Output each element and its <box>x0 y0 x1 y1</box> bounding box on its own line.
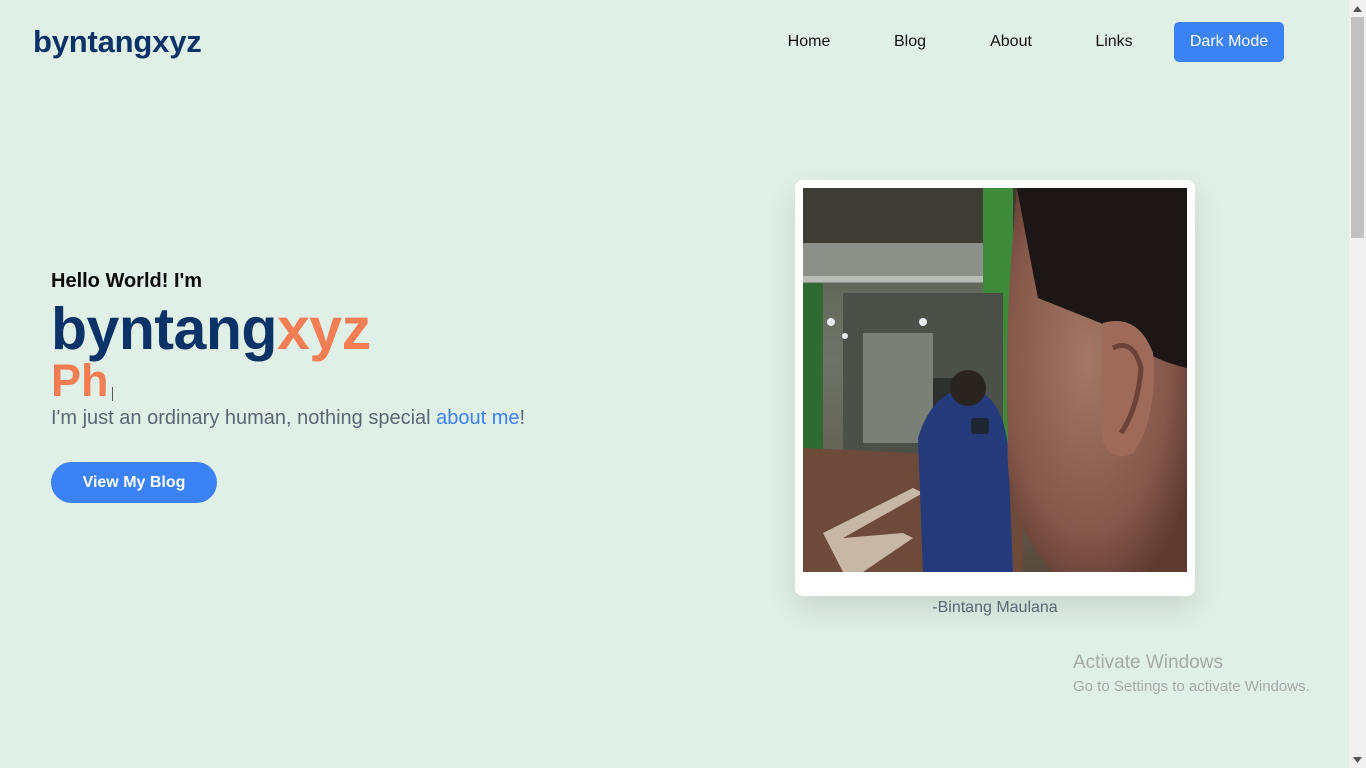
profile-photo <box>803 188 1187 572</box>
greeting-text: Hello World! I'm <box>51 270 203 292</box>
photo-caption: -Bintang Maulana <box>932 599 1058 616</box>
scroll-down-icon[interactable] <box>1349 751 1366 768</box>
hero-name-primary: byntang <box>51 296 277 362</box>
site-logo[interactable]: byntangxyz <box>33 24 202 60</box>
tagline-text: I'm just an ordinary human, nothing spec… <box>51 407 437 429</box>
tagline-suffix: ! <box>519 407 526 429</box>
view-blog-button[interactable]: View My Blog <box>51 462 217 503</box>
profile-photo-card <box>795 180 1195 596</box>
hero-name: byntangxyz <box>51 299 525 359</box>
main-nav: Home Blog About Links Dark Mode <box>760 22 1284 62</box>
hero-section: Hello World! I'm byntangxyz Ph I'm just … <box>51 270 525 503</box>
scroll-thumb[interactable] <box>1351 17 1364 238</box>
profile-photo-illustration <box>803 188 1187 572</box>
typed-text: Ph <box>51 355 109 406</box>
nav-home-link[interactable]: Home <box>760 33 858 51</box>
scroll-up-icon[interactable] <box>1349 0 1366 17</box>
typing-row: Ph <box>51 355 525 405</box>
dark-mode-button[interactable]: Dark Mode <box>1174 22 1284 62</box>
page-scrollbar[interactable] <box>1349 0 1366 768</box>
about-me-link[interactable]: about me <box>436 407 519 429</box>
typing-caret <box>111 387 113 401</box>
activate-windows-subtitle: Go to Settings to activate Windows. <box>1073 678 1310 695</box>
nav-about-link[interactable]: About <box>962 33 1060 51</box>
hero-name-accent: xyz <box>276 296 371 362</box>
nav-blog-link[interactable]: Blog <box>858 33 962 51</box>
hero-tagline: I'm just an ordinary human, nothing spec… <box>51 407 525 430</box>
nav-links-link[interactable]: Links <box>1060 33 1168 51</box>
activate-windows-watermark: Activate Windows Go to Settings to activ… <box>1073 652 1310 695</box>
activate-windows-title: Activate Windows <box>1073 652 1223 673</box>
